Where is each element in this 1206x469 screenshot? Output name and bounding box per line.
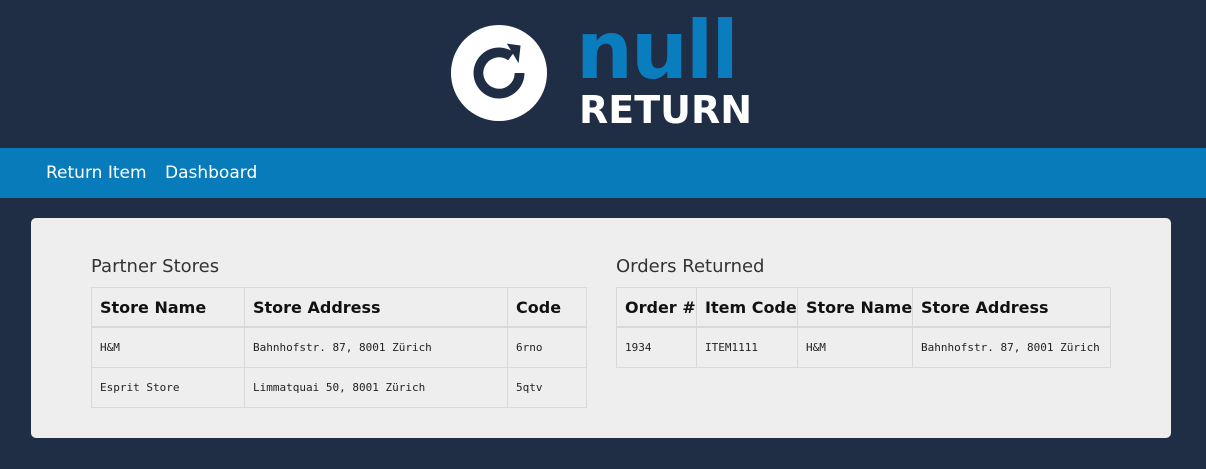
main-navbar: Return Item Dashboard [0,148,1206,198]
content-panel: Partner Stores Store Name Store Address … [31,218,1171,438]
refresh-arrow-icon [450,24,548,122]
column-header: Store Address [912,287,1111,328]
site-header: null RETURN [0,0,1206,148]
nav-return-item[interactable]: Return Item [46,148,147,198]
store-address-cell: Bahnhofstr. 87, 8001 Zürich [912,326,1111,368]
table-header-row: Store Name Store Address Code [91,287,587,328]
partner-stores-table: Store Name Store Address Code H&M Bahnho… [91,287,587,408]
store-name-cell: Esprit Store [91,367,245,408]
order-number-cell: 1934 [616,326,697,368]
brand-name-bottom: RETURN [579,88,753,132]
column-header: Store Name [91,287,245,328]
item-code-cell: ITEM1111 [696,326,798,368]
table-row: H&M Bahnhofstr. 87, 8001 Zürich 6rno [91,326,587,368]
table-row: Esprit Store Limmatquai 50, 8001 Zürich … [91,367,587,408]
table-header-row: Order # Item Code Store Name Store Addre… [616,287,1111,328]
brand-name-top: null [576,4,739,97]
column-header: Code [507,287,587,328]
table-row: 1934 ITEM1111 H&M Bahnhofstr. 87, 8001 Z… [616,326,1111,368]
column-header: Order # [616,287,697,328]
store-address-cell: Bahnhofstr. 87, 8001 Zürich [244,326,508,368]
store-code-cell: 5qtv [507,367,587,408]
store-name-cell: H&M [91,326,245,368]
orders-returned-table: Order # Item Code Store Name Store Addre… [616,287,1111,368]
column-header: Store Address [244,287,508,328]
store-code-cell: 6rno [507,326,587,368]
store-address-cell: Limmatquai 50, 8001 Zürich [244,367,508,408]
orders-returned-title: Orders Returned [616,256,765,277]
partner-stores-title: Partner Stores [91,256,220,277]
nav-dashboard[interactable]: Dashboard [165,148,257,198]
store-name-cell: H&M [797,326,913,368]
column-header: Store Name [797,287,913,328]
column-header: Item Code [696,287,798,328]
